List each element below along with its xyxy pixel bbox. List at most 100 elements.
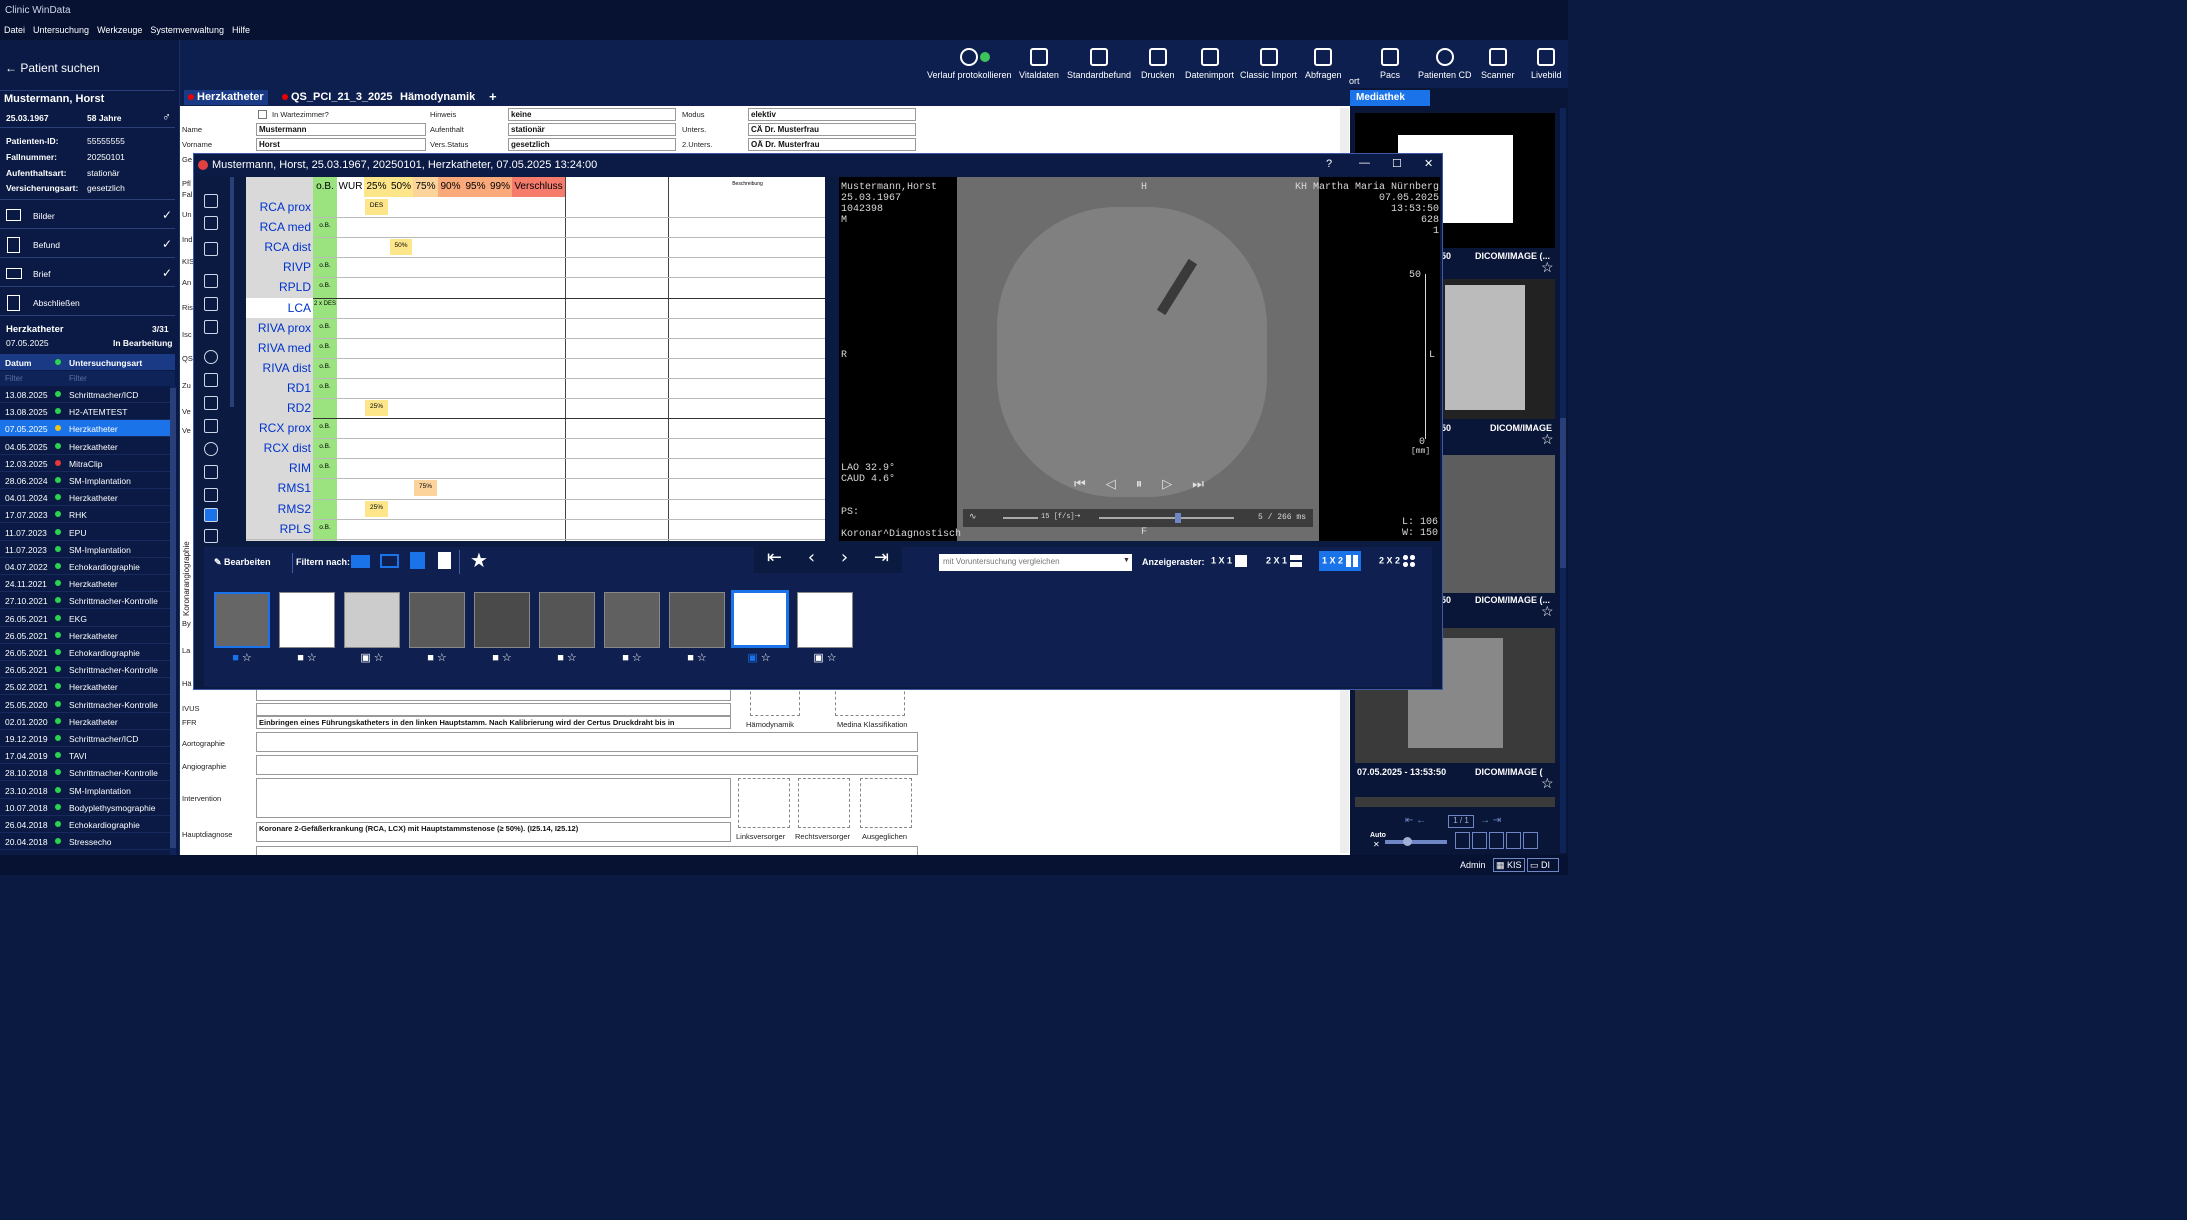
date-filter-input[interactable]: Filter [5, 374, 23, 383]
finding-ob[interactable]: 2 x DES [313, 300, 337, 316]
menu-datei[interactable]: Datei [4, 25, 25, 37]
col-date[interactable]: Datum [5, 358, 31, 368]
close-icon[interactable]: ✕ [1424, 157, 1433, 170]
edit-button[interactable]: ✎ Bearbeiten [214, 557, 271, 568]
media-strip-thumb-3[interactable] [344, 592, 400, 648]
tool-contrast-icon[interactable] [204, 274, 218, 288]
star-icon[interactable]: ☆ [1541, 431, 1554, 448]
finding-ob[interactable]: o.B. [313, 219, 337, 235]
layout-2-icon[interactable] [1472, 832, 1487, 849]
left-dominant-image[interactable] [738, 778, 790, 828]
finish-action[interactable]: Abschließen [0, 290, 175, 316]
grid-1x2-button[interactable]: 1 X 2 [1319, 551, 1361, 571]
name-field[interactable]: Mustermann [256, 123, 426, 136]
finding-ob[interactable]: o.B. [313, 320, 337, 336]
exam-list-row[interactable]: 26.05.2021 Herzkatheter [0, 627, 175, 644]
media-strip-thumb-2[interactable] [279, 592, 335, 648]
vitals-button[interactable]: Vitaldaten [1019, 48, 1059, 80]
grid-1x1-button[interactable]: 1 X 1 [1208, 551, 1250, 571]
patient-cd-button[interactable]: Patienten CD [1418, 48, 1472, 80]
exam-list-row[interactable]: 26.04.2018 Echokardiographie [0, 816, 175, 833]
layout-5-icon[interactable] [1523, 832, 1538, 849]
tool-brightness-icon[interactable] [204, 297, 218, 311]
add-tab-button[interactable]: + [485, 88, 501, 104]
exam-list-row[interactable]: 26.05.2021 EKG [0, 610, 175, 627]
medina-image[interactable] [835, 686, 905, 716]
di-status[interactable]: ▭ DI [1527, 858, 1559, 872]
export-button-partial[interactable]: ort [1349, 76, 1360, 86]
log-history-button[interactable]: Verlauf protokollieren [927, 48, 1012, 80]
skip-start-icon[interactable]: ⏮ [1074, 477, 1086, 492]
mediathek-scrollbar[interactable] [1560, 108, 1566, 853]
ivus-field[interactable] [256, 703, 731, 716]
tab-qs-pci[interactable]: QS_PCI_21_3_2025 [278, 90, 397, 105]
exam-list-row[interactable]: 11.07.2023 EPU [0, 524, 175, 541]
main-diagnosis-field[interactable]: Koronare 2-Gefäßerkrankung (RCA, LCX) mi… [256, 822, 731, 842]
angle-icon[interactable] [204, 419, 218, 433]
layout-1-icon[interactable] [1455, 832, 1470, 849]
exam-list-row[interactable]: 26.05.2021 Echokardiographie [0, 644, 175, 661]
mode-field[interactable]: elektiv [748, 108, 916, 121]
finding-ob[interactable]: o.B. [313, 279, 337, 295]
media-strip-thumb-9[interactable] [731, 590, 789, 648]
exam-list-row[interactable]: 20.04.2018 Stressecho [0, 833, 175, 851]
frame-slider[interactable] [1099, 513, 1234, 523]
finding-ob[interactable]: o.B. [313, 420, 337, 436]
print-button[interactable]: Drucken [1141, 48, 1175, 80]
exam-list-row[interactable]: 25.02.2021 Herzkatheter [0, 678, 175, 696]
maximize-icon[interactable]: ☐ [1392, 157, 1402, 170]
flip-icon[interactable] [204, 465, 218, 479]
reset-icon[interactable] [204, 488, 218, 502]
media-strip-thumb-6[interactable] [539, 592, 595, 648]
finding-stenosis[interactable]: 25% [365, 400, 388, 416]
finding-ob[interactable]: o.B. [313, 460, 337, 476]
fit-icon[interactable] [204, 508, 218, 522]
images-action[interactable]: Bilder ✓ [0, 203, 175, 229]
finding-ob[interactable]: o.B. [313, 259, 337, 275]
col-type[interactable]: Untersuchungsart [69, 358, 142, 368]
media-first-icon[interactable]: ⇤ ← [1405, 815, 1426, 826]
star-icon[interactable]: ☆ [697, 652, 707, 664]
stay-select[interactable]: stationär [508, 123, 676, 136]
star-icon[interactable]: ☆ [1541, 775, 1554, 792]
balanced-image[interactable] [860, 778, 912, 828]
thumb-size-slider[interactable] [1385, 837, 1447, 846]
compare-select[interactable]: mit Voruntersuchung vergleichen [939, 554, 1132, 571]
exam-list-row[interactable]: 23.10.2018 SM-Implantation [0, 782, 175, 799]
exam-list-row[interactable]: 28.10.2018 Schrittmacher-Kontrolle [0, 764, 175, 782]
favorites-star-icon[interactable]: ★ [470, 548, 488, 572]
exam-list-row[interactable]: 04.05.2025 Herzkatheter [0, 438, 175, 455]
minimize-icon[interactable]: — [1359, 157, 1370, 169]
media-last-icon[interactable]: → ⇥ [1480, 815, 1501, 826]
menu-hilfe[interactable]: Hilfe [232, 25, 250, 37]
live-image-button[interactable]: Livebild [1531, 48, 1562, 80]
finding-stenosis[interactable]: 75% [414, 480, 437, 497]
intervention-field[interactable] [256, 778, 731, 818]
tool-scrollbar[interactable] [230, 177, 234, 407]
exam-list-row[interactable]: 07.05.2025 Herzkatheter [0, 420, 175, 438]
grid-2x1-button[interactable]: 2 X 1 [1263, 551, 1305, 571]
pause-icon[interactable]: ⏸ [1136, 477, 1143, 492]
exam-list-row[interactable]: 13.08.2025 Schrittmacher/ICD [0, 386, 175, 403]
star-icon[interactable]: ☆ [761, 652, 771, 664]
step-back-icon[interactable]: ◁ [1106, 477, 1116, 492]
exam-list-row[interactable]: 04.07.2022 Echokardiographie [0, 558, 175, 575]
kis-status[interactable]: ▦ KIS [1493, 858, 1525, 872]
rotate-icon[interactable] [204, 442, 218, 456]
menu-untersuchung[interactable]: Untersuchung [33, 25, 89, 37]
measure-icon[interactable] [204, 396, 218, 410]
star-icon[interactable]: ☆ [567, 652, 577, 664]
firstname-field[interactable]: Horst [256, 138, 426, 151]
angiography-field[interactable] [256, 755, 918, 775]
type-filter-input[interactable]: Filter [69, 374, 87, 383]
exam-list-row[interactable]: 25.05.2020 Schrittmacher-Kontrolle [0, 696, 175, 713]
media-strip-thumb-7[interactable] [604, 592, 660, 648]
star-icon[interactable]: ☆ [437, 652, 447, 664]
finding-ob[interactable]: o.B. [313, 440, 337, 456]
video-filter-icon[interactable] [351, 555, 370, 568]
finding-ob[interactable]: o.B. [313, 340, 337, 356]
star-icon[interactable]: ☆ [1541, 259, 1554, 276]
zoom-icon[interactable] [204, 350, 218, 364]
finding-stenosis[interactable]: 25% [365, 500, 388, 517]
exam-list-row[interactable]: 17.07.2023 RHK [0, 506, 175, 524]
